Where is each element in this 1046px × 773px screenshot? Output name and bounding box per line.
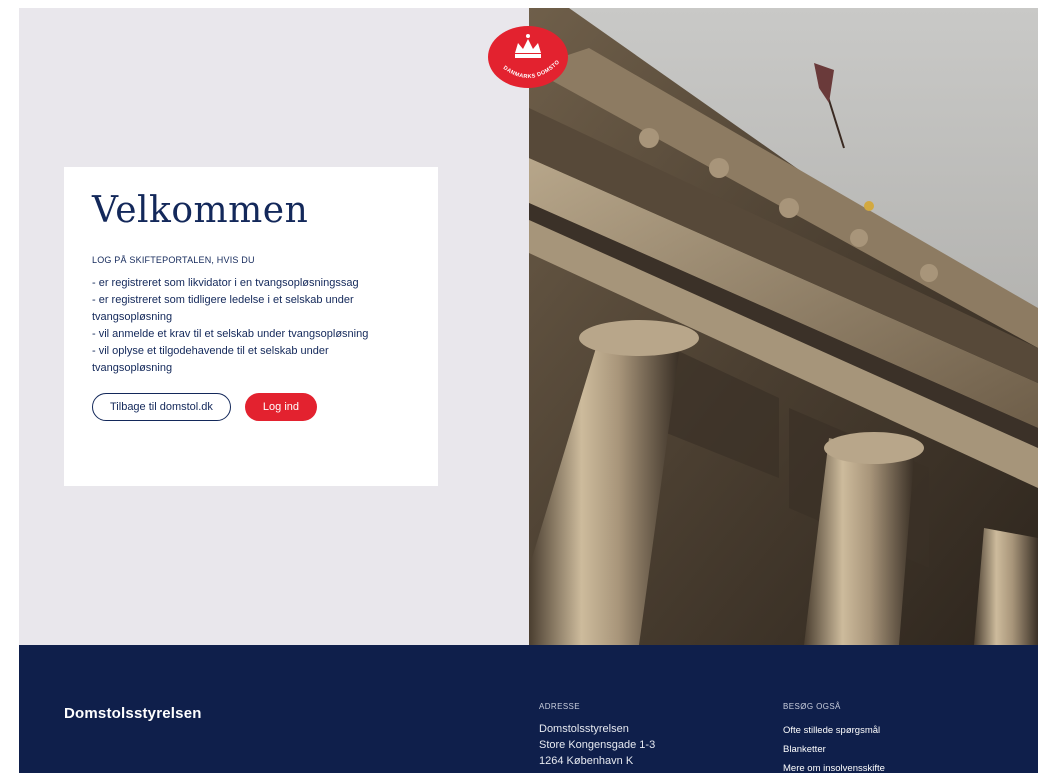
back-to-domstol-button[interactable]: Tilbage til domstol.dk [92,393,231,421]
eligibility-list: - er registreret som likvidator i en tva… [92,275,392,377]
address-line: Domstolsstyrelsen [539,723,629,735]
address-line: 1264 København K [539,755,634,767]
forms-link[interactable]: Blanketter [783,740,885,759]
footer-links: BESØG OGSÅ Ofte stillede spørgsmål Blank… [783,702,885,773]
action-buttons: Tilbage til domstol.dk Log ind [92,393,410,421]
welcome-title: Velkommen [92,190,309,231]
address-line: Store Kongensgade 1-3 [539,739,656,751]
list-item: - er registreret som likvidator i en tva… [92,277,359,289]
courthouse-photo [529,8,1038,645]
faq-link[interactable]: Ofte stillede spørgsmål [783,721,885,740]
footer-links-heading: BESØG OGSÅ [783,702,841,711]
footer: Domstolsstyrelsen ADRESSE Domstolsstyrel… [19,645,1038,773]
intro-label: LOG PÅ SKIFTEPORTALEN, HVIS DU [92,255,255,265]
insolvency-link[interactable]: Mere om insolvensskifte [783,759,885,773]
page: DANMARKS DOMSTOLE Velkommen LOG PÅ SKIFT… [0,0,1046,773]
list-item: - er registreret som tidligere ledelse i… [92,294,354,323]
list-item: - vil oplyse et tilgodehavende til et se… [92,345,329,374]
login-button[interactable]: Log ind [244,393,318,421]
footer-address-heading: ADRESSE [539,702,581,711]
list-item: - vil anmelde et krav til et selskab und… [92,328,369,340]
footer-address: ADRESSE Domstolsstyrelsen Store Kongensg… [539,702,655,769]
welcome-card: Velkommen LOG PÅ SKIFTEPORTALEN, HVIS DU… [64,167,438,486]
footer-brand: Domstolsstyrelsen [64,705,202,722]
danmarks-domstole-logo[interactable]: DANMARKS DOMSTOLE [485,21,569,89]
